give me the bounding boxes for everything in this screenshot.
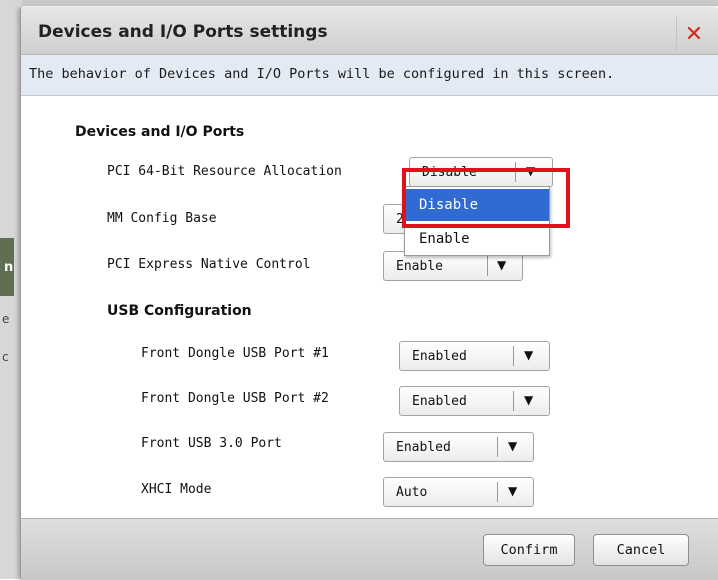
cancel-button[interactable]: Cancel — [593, 534, 689, 566]
chevron-down-icon: ▼ — [524, 348, 534, 362]
section-header-usb: USB Configuration — [107, 303, 252, 319]
pcie-native-value: Enable — [396, 259, 443, 274]
dialog-title: Devices and I/O Ports settings — [38, 22, 328, 42]
background-text: c — [2, 350, 9, 364]
pci64-value: Disable — [422, 165, 477, 180]
usb3-value: Enabled — [396, 440, 451, 455]
background-page-top — [22, 0, 718, 6]
background-text: n — [4, 260, 14, 275]
usb2-value: Enabled — [412, 394, 467, 409]
dialog-description: The behavior of Devices and I/O Ports wi… — [29, 66, 615, 82]
chevron-down-icon: ▼ — [526, 164, 536, 178]
background-text: e — [2, 312, 10, 326]
close-icon: ✕ — [684, 21, 704, 47]
pci64-select[interactable]: Disable ▼ — [409, 157, 553, 187]
usb1-value: Enabled — [412, 349, 467, 364]
dialog-footer: Confirm Cancel — [21, 518, 718, 580]
dialog-titlebar: Devices and I/O Ports settings ✕ — [21, 8, 718, 55]
dropdown-option-enable[interactable]: Enable — [405, 223, 549, 255]
chevron-down-icon: ▼ — [524, 393, 534, 407]
settings-dialog: Devices and I/O Ports settings ✕ The beh… — [20, 8, 718, 580]
usb2-select[interactable]: Enabled ▼ — [399, 386, 550, 416]
chevron-down-icon: ▼ — [508, 484, 518, 498]
pci64-dropdown-menu: Disable Enable — [404, 186, 550, 256]
usb3-select[interactable]: Enabled ▼ — [383, 432, 534, 462]
usb3-label: Front USB 3.0 Port — [141, 436, 282, 451]
settings-content: Devices and I/O Ports PCI 64-Bit Resourc… — [21, 96, 718, 518]
xhci-select[interactable]: Auto ▼ — [383, 477, 534, 507]
confirm-button[interactable]: Confirm — [483, 534, 575, 566]
pci64-label: PCI 64-Bit Resource Allocation — [107, 164, 342, 179]
dialog-description-bar: The behavior of Devices and I/O Ports wi… — [21, 55, 718, 96]
pcie-native-label: PCI Express Native Control — [107, 257, 311, 272]
xhci-value: Auto — [396, 485, 428, 500]
chevron-down-icon: ▼ — [508, 439, 518, 453]
xhci-label: XHCI Mode — [141, 482, 212, 497]
usb1-select[interactable]: Enabled ▼ — [399, 341, 550, 371]
mmconfig-label: MM Config Base — [107, 211, 217, 226]
close-button[interactable]: ✕ — [676, 17, 711, 51]
chevron-down-icon: ▼ — [497, 258, 507, 272]
usb1-label: Front Dongle USB Port #1 — [141, 346, 329, 361]
background-button: n — [0, 238, 14, 296]
mmconfig-value: 2 — [396, 212, 404, 227]
section-header-devices: Devices and I/O Ports — [75, 124, 245, 140]
usb2-label: Front Dongle USB Port #2 — [141, 391, 329, 406]
dropdown-option-disable[interactable]: Disable — [405, 189, 549, 221]
